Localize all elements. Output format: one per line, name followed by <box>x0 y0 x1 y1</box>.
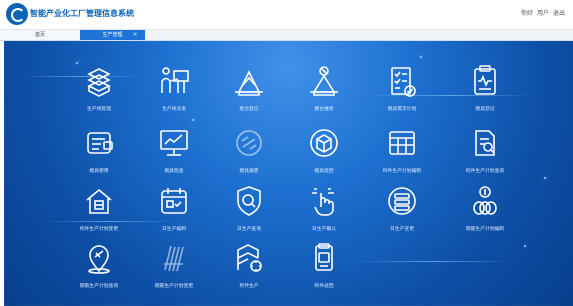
table-grid-icon <box>384 125 420 161</box>
scanner-card-icon <box>81 125 117 161</box>
app-window: 智能产业化工厂管理信息系统 你好 用户 退出 首页 生产管理 × 生产线管理 生… <box>0 0 573 306</box>
presentation-icon <box>156 63 192 99</box>
app-title: 智能产业化工厂管理信息系统 <box>30 9 134 18</box>
module-grid-area: 生产线管理 生产线派发 模台登记 模台维修 模具需求计划 模具登记 模具使用 模… <box>4 41 573 306</box>
finger-touch-icon <box>306 183 342 219</box>
module-production-line-dispatch[interactable]: 生产线派发 <box>137 63 211 112</box>
database-list-icon <box>384 183 420 219</box>
user-name-link[interactable]: 用户 <box>537 8 549 17</box>
building-gear-icon <box>231 240 267 276</box>
module-production-line-management[interactable]: 生产线管理 <box>62 63 136 112</box>
shield-search-icon <box>231 183 267 219</box>
module-daily-production-query[interactable]: 日生产查询 <box>212 183 286 232</box>
tab-bar: 首页 生产管理 × <box>0 30 573 41</box>
open-box-icon <box>306 125 342 161</box>
user-greeting: 你好 <box>520 10 533 17</box>
circle-badge-icon <box>231 125 267 161</box>
module-mold-return[interactable]: 模具退回 <box>287 125 361 174</box>
house-scan-icon <box>81 183 117 219</box>
module-component-plan-change[interactable]: 构件生产计划变更 <box>62 183 136 232</box>
user-area: 你好 用户 退出 <box>521 8 565 17</box>
module-daily-production-compile[interactable]: 日生产编制 <box>137 183 211 232</box>
module-rebar-plan-query[interactable]: 钢筋生产计划查询 <box>62 240 136 289</box>
module-mold-platform-registration[interactable]: 模台登记 <box>212 63 286 112</box>
checklist-icon <box>384 63 420 99</box>
mold-platform-edit-icon <box>306 63 342 99</box>
calendar-check-icon <box>156 183 192 219</box>
module-daily-production-confirm[interactable]: 日生产确认 <box>287 183 361 232</box>
module-mold-registration[interactable]: 模具登记 <box>448 63 522 112</box>
rebar-bundle-icon <box>156 240 192 276</box>
top-bar: 智能产业化工厂管理信息系统 你好 用户 退出 <box>0 0 573 30</box>
module-component-plan-query[interactable]: 构件生产计划查询 <box>448 125 522 174</box>
monitor-chart-icon <box>156 125 192 161</box>
rebar-coil-icon <box>467 183 503 219</box>
close-tab-icon[interactable]: × <box>132 32 138 38</box>
document-card-icon <box>306 240 342 276</box>
module-mold-demand-plan[interactable]: 模具需求计划 <box>365 63 439 112</box>
document-search-icon <box>467 125 503 161</box>
logo-icon <box>6 3 28 25</box>
mold-platform-icon <box>231 63 267 99</box>
module-mold-inspection[interactable]: 模具检查 <box>137 125 211 174</box>
clipboard-chart-icon <box>467 63 503 99</box>
module-mold-usage[interactable]: 模具使用 <box>62 125 136 174</box>
tab-home[interactable]: 首页 <box>0 30 80 40</box>
logo: 智能产业化工厂管理信息系统 <box>6 3 176 25</box>
module-rebar-plan-compile[interactable]: 钢筋生产计划编制 <box>448 183 522 232</box>
module-component-return[interactable]: 构件返回 <box>287 240 361 289</box>
module-mold-scrap[interactable]: 模具报废 <box>212 125 286 174</box>
logout-link[interactable]: 退出 <box>553 8 565 17</box>
module-component-production[interactable]: 构件生产 <box>212 240 286 289</box>
module-component-plan-compile[interactable]: 构件生产计划编制 <box>365 125 439 174</box>
module-mold-platform-repair[interactable]: 模台维修 <box>287 63 361 112</box>
pallet-stack-icon <box>81 63 117 99</box>
module-daily-production-change[interactable]: 日生产变更 <box>365 183 439 232</box>
location-pin-icon <box>81 240 117 276</box>
module-rebar-plan-change[interactable]: 钢筋生产计划变更 <box>137 240 211 289</box>
